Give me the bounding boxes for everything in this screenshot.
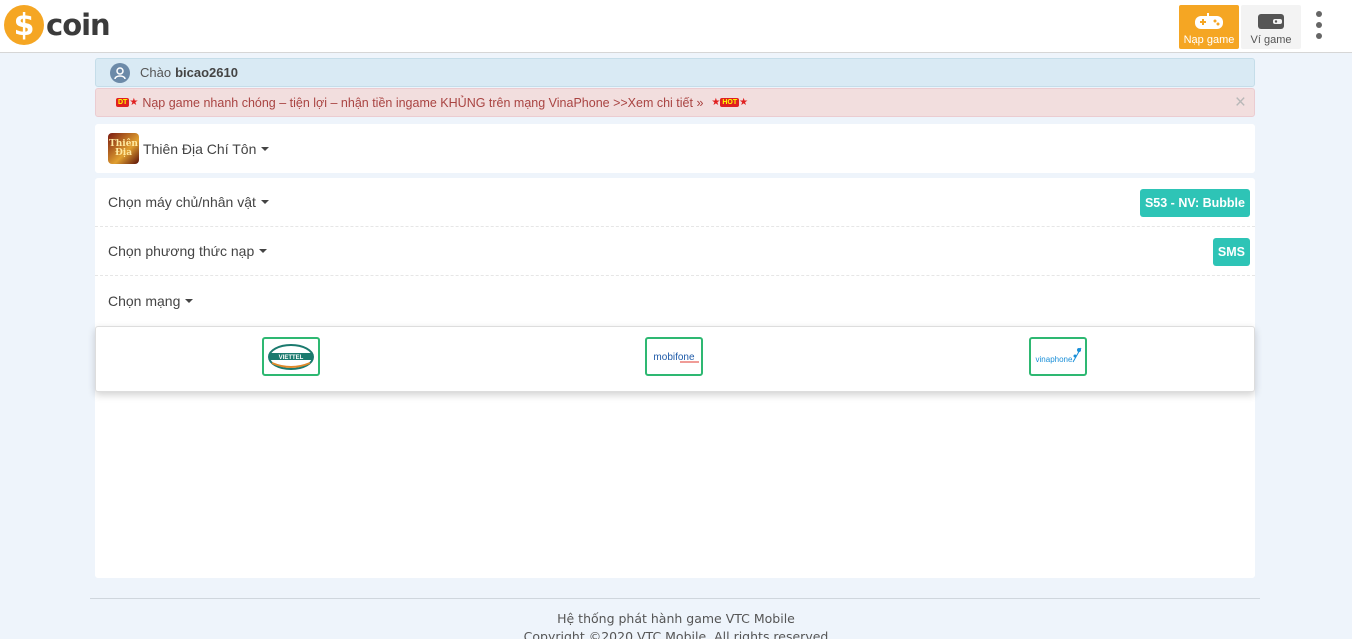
network-label: Chọn mạng [108, 292, 181, 309]
more-menu-icon[interactable] [1312, 10, 1326, 40]
server-label: Chọn máy chủ/nhân vật [108, 194, 256, 210]
greeting-bar: Chào bicao2610 [95, 58, 1255, 87]
nap-game-label: Nạp game [1183, 34, 1235, 46]
network-option-viettel[interactable]: VIETTEL [262, 337, 320, 376]
scoin-logo[interactable]: $ coin [4, 5, 111, 45]
star-icon: ★ [739, 97, 749, 108]
network-option-vinaphone[interactable]: vinaphone [1029, 337, 1087, 376]
network-dropdown: VIETTEL mobifone vinaphone [95, 326, 1255, 392]
footer-publisher: Hệ thống phát hành game VTC Mobile [557, 611, 795, 626]
viettel-logo: VIETTEL [268, 343, 314, 370]
star-icon: ★ [129, 97, 139, 108]
wallet-icon [1258, 14, 1284, 29]
game-name: Thiên Địa Chí Tôn [143, 140, 257, 157]
method-selector[interactable]: Chọn phương thức nạp SMS [95, 227, 1255, 276]
caret-down-icon [260, 200, 269, 204]
recharge-panel: Chọn máy chủ/nhân vật S53 - NV: Bubble C… [95, 178, 1255, 578]
promo-alert: DT ★ Nạp game nhanh chóng – tiện lợi – n… [95, 88, 1255, 117]
method-label: Chọn phương thức nạp [108, 243, 255, 259]
footer-divider [90, 598, 1260, 599]
footer-copyright: Copyright ©2020 VTC Mobile. All rights r… [523, 629, 829, 639]
caret-down-icon [261, 146, 270, 151]
close-alert-button[interactable]: × [1235, 92, 1246, 114]
vinaphone-logo: vinaphone [1036, 347, 1082, 364]
network-option-mobifone[interactable]: mobifone [645, 337, 703, 376]
greeting-prefix: Chào [140, 65, 172, 80]
nap-game-button[interactable]: Nạp game [1179, 5, 1239, 49]
user-icon [110, 62, 130, 83]
mobifone-text: mobifone [653, 352, 695, 363]
hot-badge: HOT [720, 98, 740, 107]
mobifone-logo: mobifone [653, 352, 699, 363]
game-selector[interactable]: Thiên Địa Thiên Địa Chí Tôn [95, 124, 1255, 173]
method-value-badge: SMS [1212, 238, 1250, 266]
viettel-text: VIETTEL [279, 355, 304, 361]
vi-game-button[interactable]: Ví game [1241, 5, 1301, 49]
server-selector[interactable]: Chọn máy chủ/nhân vật S53 - NV: Bubble [95, 178, 1255, 227]
greeting-username: bicao2610 [175, 65, 238, 80]
game-thumbnail: Thiên Địa [108, 133, 139, 164]
dt-badge: DT [116, 98, 130, 107]
logo-text: coin [46, 8, 111, 42]
caret-down-icon [259, 249, 268, 253]
gamepad-icon [1195, 13, 1223, 29]
vinaphone-text: vinaphone [1036, 355, 1073, 364]
caret-down-icon [185, 298, 194, 303]
coin-logo-icon: $ [4, 5, 44, 45]
server-value-badge: S53 - NV: Bubble [1139, 189, 1250, 217]
star-icon: ★ [711, 97, 721, 108]
network-selector[interactable]: Chọn mạng [95, 276, 1255, 325]
promo-link[interactable]: Nạp game nhanh chóng – tiện lợi – nhận t… [142, 96, 703, 110]
vi-game-label: Ví game [1250, 34, 1292, 46]
top-header: $ coin Nạp game Ví game [0, 0, 1352, 53]
